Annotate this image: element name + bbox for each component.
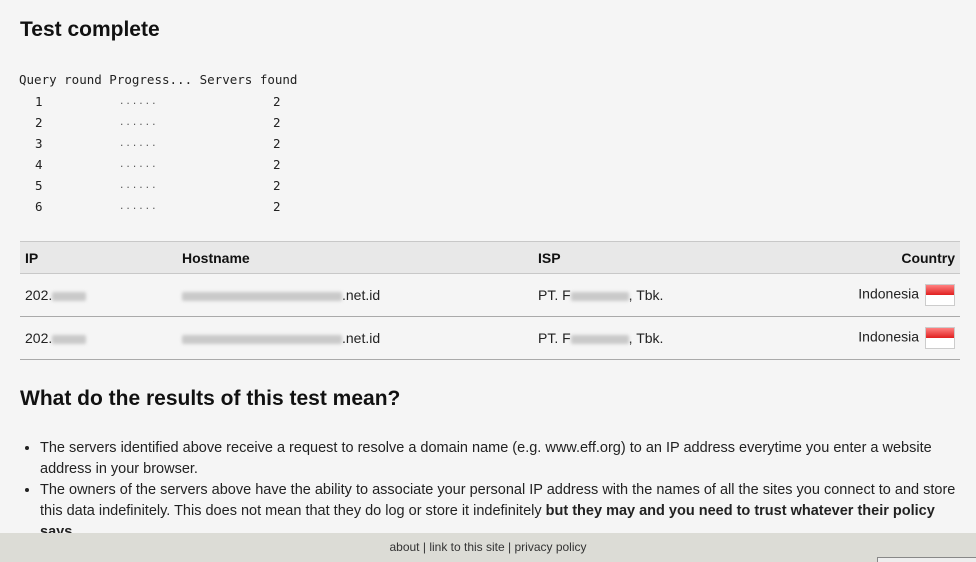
isp-cell: PT. F , Tbk.: [533, 316, 773, 360]
isp-prefix: PT. F: [538, 287, 571, 303]
footer-separator: |: [419, 540, 430, 554]
list-item: The servers identified above receive a r…: [40, 438, 960, 480]
redacted-isp: [570, 334, 629, 344]
ip-cell: 202.: [20, 316, 177, 360]
servers-found: 2: [273, 115, 281, 130]
servers-found: 2: [273, 157, 281, 172]
redacted-ip: [52, 334, 87, 344]
redacted-hostname: [182, 334, 342, 344]
redacted-ip: [52, 291, 87, 301]
query-progress: ......: [119, 202, 158, 212]
query-progress: ......: [119, 97, 158, 107]
query-round: 5: [35, 178, 43, 193]
query-row: 2 ...... 2: [20, 115, 320, 135]
isp-column-header: ISP: [533, 241, 773, 274]
query-row: 1 ...... 2: [20, 94, 320, 114]
query-row: 5 ...... 2: [20, 178, 320, 198]
query-row: 3 ...... 2: [20, 136, 320, 156]
footer-separator: |: [504, 540, 515, 554]
hostname-cell: .net.id: [177, 316, 533, 360]
query-progress: ......: [119, 160, 158, 170]
servers-found: 2: [273, 178, 281, 193]
isp-cell: PT. F , Tbk.: [533, 273, 773, 317]
indonesia-flag-icon: [925, 284, 955, 306]
indonesia-flag-icon: [925, 327, 955, 349]
ip-prefix: 202.: [25, 287, 53, 303]
hostname-cell: .net.id: [177, 273, 533, 317]
query-round: 1: [35, 94, 43, 109]
servers-found: 2: [273, 199, 281, 214]
query-progress: ......: [119, 139, 158, 149]
isp-suffix: , Tbk.: [628, 330, 664, 346]
bullet-text: The servers identified above receive a r…: [40, 440, 932, 477]
query-row: 6 ...... 2: [20, 199, 320, 219]
query-progress: ......: [119, 181, 158, 191]
query-round: 4: [35, 157, 43, 172]
ip-prefix: 202.: [25, 330, 53, 346]
query-round: 2: [35, 115, 43, 130]
ip-column-header: IP: [20, 241, 177, 274]
footer: about | link to this site | privacy poli…: [0, 533, 976, 562]
query-row: 4 ...... 2: [20, 157, 320, 177]
ip-cell: 202.: [20, 273, 177, 317]
resize-handle[interactable]: [877, 557, 976, 562]
redacted-hostname: [182, 291, 342, 301]
redacted-isp: [570, 291, 629, 301]
query-progress: ......: [119, 118, 158, 128]
link-to-this-site-link[interactable]: link to this site: [429, 540, 504, 554]
table-row: 202. .net.id PT. F , Tbk. Indonesia: [20, 273, 960, 317]
table-row: 202. .net.id PT. F , Tbk. Indonesia: [20, 316, 960, 360]
servers-table-header-row: IP Hostname ISP Country: [20, 241, 960, 274]
hostname-column-header: Hostname: [177, 241, 533, 274]
explanation-heading: What do the results of this test mean?: [20, 387, 401, 410]
hostname-suffix: .net.id: [342, 287, 381, 303]
country-name: Indonesia: [858, 285, 919, 302]
about-link[interactable]: about: [389, 540, 419, 554]
country-cell: Indonesia: [773, 273, 960, 317]
query-round: 6: [35, 199, 43, 214]
country-column-header: Country: [773, 241, 960, 274]
page-title: Test complete: [20, 18, 160, 41]
country-name: Indonesia: [858, 328, 919, 345]
query-table-header: Query round Progress... Servers found: [19, 72, 298, 87]
isp-prefix: PT. F: [538, 330, 571, 346]
query-round: 3: [35, 136, 43, 151]
country-cell: Indonesia: [773, 316, 960, 360]
hostname-suffix: .net.id: [342, 330, 381, 346]
isp-suffix: , Tbk.: [628, 287, 664, 303]
privacy-policy-link[interactable]: privacy policy: [514, 540, 586, 554]
servers-found: 2: [273, 136, 281, 151]
page: Test complete Query round Progress... Se…: [0, 0, 976, 562]
explanation-list: The servers identified above receive a r…: [20, 438, 960, 543]
servers-table: IP Hostname ISP Country 202. .net.id PT.…: [20, 241, 960, 360]
servers-found: 2: [273, 94, 281, 109]
